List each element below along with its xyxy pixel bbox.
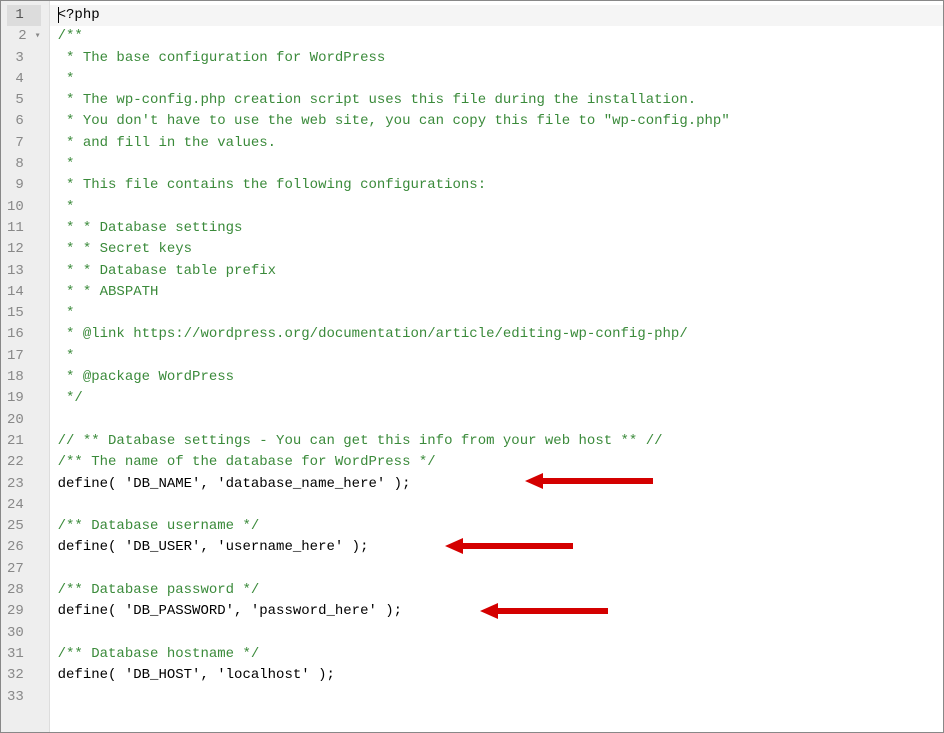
code-line[interactable]: /** Database username */ (58, 516, 943, 537)
line-number: 25 (7, 516, 41, 537)
line-number: 23 (7, 474, 41, 495)
line-number: 21 (7, 431, 41, 452)
line-number: 24 (7, 495, 41, 516)
line-number: 26 (7, 537, 41, 558)
code-line[interactable]: * * Secret keys (58, 239, 943, 260)
line-number: 17 (7, 346, 41, 367)
code-line[interactable]: /** Database hostname */ (58, 644, 943, 665)
line-number: 30 (7, 623, 41, 644)
code-line[interactable]: /** (58, 26, 943, 47)
fold-icon[interactable]: ▾ (29, 26, 41, 47)
line-number: 16 (7, 324, 41, 345)
code-line[interactable]: * * ABSPATH (58, 282, 943, 303)
line-number: 9 (7, 175, 41, 196)
line-number: 2 ▾ (7, 26, 41, 47)
code-line[interactable]: * The wp-config.php creation script uses… (58, 90, 943, 111)
code-line[interactable] (58, 559, 943, 580)
code-line[interactable]: define( 'DB_PASSWORD', 'password_here' )… (58, 601, 943, 622)
code-editor[interactable]: 1 2 ▾ 3 4 5 6 7 8 9 10 11 12 13 14 15 16… (1, 1, 943, 732)
line-number: 20 (7, 410, 41, 431)
code-line[interactable]: define( 'DB_USER', 'username_here' ); (58, 537, 943, 558)
code-line[interactable]: */ (58, 388, 943, 409)
code-line[interactable] (58, 410, 943, 431)
line-number: 33 (7, 687, 41, 708)
line-number: 12 (7, 239, 41, 260)
line-number: 10 (7, 197, 41, 218)
code-line[interactable]: * @link https://wordpress.org/documentat… (58, 324, 943, 345)
line-number: 19 (7, 388, 41, 409)
line-number: 4 (7, 69, 41, 90)
line-number: 8 (7, 154, 41, 175)
line-number: 11 (7, 218, 41, 239)
code-line[interactable]: * * Database settings (58, 218, 943, 239)
code-line[interactable]: <?php (58, 5, 943, 26)
code-line[interactable]: * and fill in the values. (58, 133, 943, 154)
code-line[interactable]: * (58, 346, 943, 367)
line-number-gutter: 1 2 ▾ 3 4 5 6 7 8 9 10 11 12 13 14 15 16… (1, 1, 50, 732)
line-number: 1 (7, 5, 41, 26)
code-line[interactable]: * (58, 197, 943, 218)
code-line[interactable]: * * Database table prefix (58, 261, 943, 282)
line-number: 6 (7, 111, 41, 132)
code-line[interactable] (58, 495, 943, 516)
line-number: 18 (7, 367, 41, 388)
code-line[interactable]: /** Database password */ (58, 580, 943, 601)
line-number: 14 (7, 282, 41, 303)
line-number: 22 (7, 452, 41, 473)
line-number: 5 (7, 90, 41, 111)
code-line[interactable]: /** The name of the database for WordPre… (58, 452, 943, 473)
line-number: 3 (7, 48, 41, 69)
code-line[interactable]: * This file contains the following confi… (58, 175, 943, 196)
code-line[interactable]: * The base configuration for WordPress (58, 48, 943, 69)
line-number: 27 (7, 559, 41, 580)
code-line[interactable] (58, 687, 943, 708)
line-number: 15 (7, 303, 41, 324)
code-line[interactable]: * You don't have to use the web site, yo… (58, 111, 943, 132)
code-line[interactable]: // ** Database settings - You can get th… (58, 431, 943, 452)
line-number: 13 (7, 261, 41, 282)
code-line[interactable]: define( 'DB_NAME', 'database_name_here' … (58, 474, 943, 495)
code-line[interactable]: * (58, 154, 943, 175)
line-number: 29 (7, 601, 41, 622)
line-number: 32 (7, 665, 41, 686)
code-line[interactable]: define( 'DB_HOST', 'localhost' ); (58, 665, 943, 686)
code-line[interactable]: * (58, 303, 943, 324)
line-number: 28 (7, 580, 41, 601)
code-area[interactable]: <?php /** * The base configuration for W… (50, 1, 943, 732)
line-number: 7 (7, 133, 41, 154)
code-line[interactable]: * @package WordPress (58, 367, 943, 388)
line-number: 31 (7, 644, 41, 665)
code-line[interactable]: * (58, 69, 943, 90)
code-line[interactable] (58, 623, 943, 644)
